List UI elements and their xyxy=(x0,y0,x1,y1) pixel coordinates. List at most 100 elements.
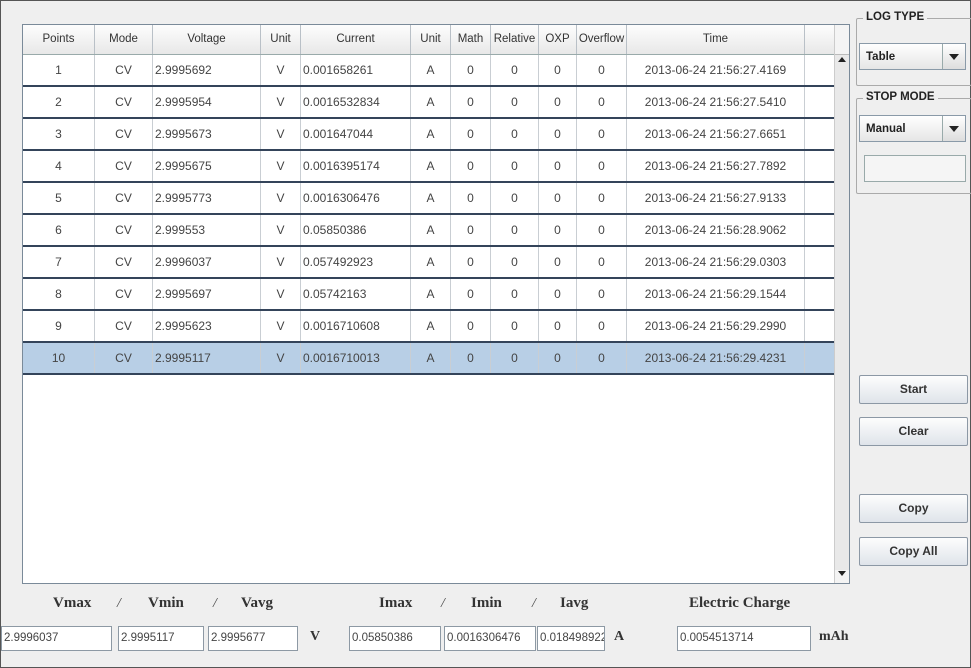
table-row[interactable]: 1 CV 2.9995692 V 0.001658261 A 0 0 0 0 2013-06-24 … xyxy=(23,55,834,87)
cell-points[interactable]: 7 xyxy=(23,247,95,277)
cell-voltage[interactable]: 2.9995692 xyxy=(153,55,261,85)
cell-mode[interactable]: CV xyxy=(95,343,153,373)
cell-time[interactable]: 2013-06-24 21:56:29.1544 xyxy=(627,279,805,309)
cell-relative[interactable]: 0 xyxy=(491,279,539,309)
table-row[interactable]: 6 CV 2.999553 V 0.05850386 A 0 0 0 0 2013-06-24 21… xyxy=(23,215,834,247)
stop-mode-value-field[interactable] xyxy=(864,155,966,182)
table-row[interactable]: 10 CV 2.9995117 V 0.0016710013 A 0 0 0 0 2013-06-2… xyxy=(23,343,834,375)
log-type-dropdown-button[interactable] xyxy=(942,44,965,69)
cell-time[interactable]: 2013-06-24 21:56:27.6651 xyxy=(627,119,805,149)
vertical-scrollbar[interactable] xyxy=(834,25,849,583)
cell-points[interactable]: 8 xyxy=(23,279,95,309)
cell-oxp[interactable]: 0 xyxy=(539,215,577,245)
cell-voltage[interactable]: 2.9995673 xyxy=(153,119,261,149)
scrollbar-thumb[interactable] xyxy=(835,54,849,570)
cell-current[interactable]: 0.0016395174 xyxy=(301,151,411,181)
table-row[interactable]: 8 CV 2.9995697 V 0.05742163 A 0 0 0 0 2013-06-24 2… xyxy=(23,279,834,311)
cell-mode[interactable]: CV xyxy=(95,55,153,85)
cell-current[interactable]: 0.05850386 xyxy=(301,215,411,245)
cell-overflow[interactable]: 0 xyxy=(577,119,627,149)
cell-overflow[interactable]: 0 xyxy=(577,247,627,277)
cell-time[interactable]: 2013-06-24 21:56:29.2990 xyxy=(627,311,805,341)
cell-overflow[interactable]: 0 xyxy=(577,151,627,181)
cell-oxp[interactable]: 0 xyxy=(539,87,577,117)
scroll-up-icon[interactable] xyxy=(838,57,846,62)
cell-voltage[interactable]: 2.9995954 xyxy=(153,87,261,117)
cell-oxp[interactable]: 0 xyxy=(539,279,577,309)
cell-vunit[interactable]: V xyxy=(261,279,301,309)
iavg-field[interactable]: 0.018498922 xyxy=(537,626,605,651)
cell-relative[interactable]: 0 xyxy=(491,311,539,341)
table-row[interactable]: 9 CV 2.9995623 V 0.0016710608 A 0 0 0 0 2013-06-24… xyxy=(23,311,834,343)
cell-points[interactable]: 4 xyxy=(23,151,95,181)
cell-oxp[interactable]: 0 xyxy=(539,119,577,149)
cell-math[interactable]: 0 xyxy=(451,279,491,309)
table-row[interactable]: 2 CV 2.9995954 V 0.0016532834 A 0 0 0 0 2013-06-24… xyxy=(23,87,834,119)
cell-math[interactable]: 0 xyxy=(451,55,491,85)
imin-field[interactable]: 0.0016306476 xyxy=(444,626,536,651)
cell-mode[interactable]: CV xyxy=(95,311,153,341)
cell-cunit[interactable]: A xyxy=(411,151,451,181)
cell-voltage[interactable]: 2.9995773 xyxy=(153,183,261,213)
cell-math[interactable]: 0 xyxy=(451,311,491,341)
cell-relative[interactable]: 0 xyxy=(491,151,539,181)
cell-cunit[interactable]: A xyxy=(411,247,451,277)
cell-math[interactable]: 0 xyxy=(451,343,491,373)
cell-current[interactable]: 0.001647044 xyxy=(301,119,411,149)
cell-vunit[interactable]: V xyxy=(261,119,301,149)
cell-voltage[interactable]: 2.9995697 xyxy=(153,279,261,309)
cell-vunit[interactable]: V xyxy=(261,151,301,181)
cell-time[interactable]: 2013-06-24 21:56:27.4169 xyxy=(627,55,805,85)
cell-mode[interactable]: CV xyxy=(95,119,153,149)
imax-field[interactable]: 0.05850386 xyxy=(349,626,441,651)
cell-time[interactable]: 2013-06-24 21:56:27.9133 xyxy=(627,183,805,213)
column-header-oxp[interactable]: OXP xyxy=(539,25,577,54)
table-row[interactable]: 3 CV 2.9995673 V 0.001647044 A 0 0 0 0 2013-06-24 … xyxy=(23,119,834,151)
cell-vunit[interactable]: V xyxy=(261,247,301,277)
cell-voltage[interactable]: 2.999553 xyxy=(153,215,261,245)
log-type-select[interactable]: Table xyxy=(859,43,966,70)
cell-overflow[interactable]: 0 xyxy=(577,215,627,245)
cell-voltage[interactable]: 2.9995623 xyxy=(153,311,261,341)
column-header-overflow[interactable]: Overflow xyxy=(577,25,627,54)
cell-oxp[interactable]: 0 xyxy=(539,151,577,181)
cell-cunit[interactable]: A xyxy=(411,215,451,245)
cell-cunit[interactable]: A xyxy=(411,343,451,373)
cell-relative[interactable]: 0 xyxy=(491,87,539,117)
vmin-field[interactable]: 2.9995117 xyxy=(118,626,204,651)
electric-charge-field[interactable]: 0.0054513714 xyxy=(677,626,811,651)
cell-math[interactable]: 0 xyxy=(451,151,491,181)
cell-cunit[interactable]: A xyxy=(411,87,451,117)
cell-vunit[interactable]: V xyxy=(261,311,301,341)
cell-overflow[interactable]: 0 xyxy=(577,311,627,341)
start-button[interactable]: Start xyxy=(859,375,968,404)
cell-points[interactable]: 10 xyxy=(23,343,95,373)
cell-relative[interactable]: 0 xyxy=(491,215,539,245)
column-header-math[interactable]: Math xyxy=(451,25,491,54)
stop-mode-select[interactable]: Manual xyxy=(859,115,966,142)
cell-voltage[interactable]: 2.9995117 xyxy=(153,343,261,373)
cell-math[interactable]: 0 xyxy=(451,215,491,245)
cell-voltage[interactable]: 2.9996037 xyxy=(153,247,261,277)
cell-vunit[interactable]: V xyxy=(261,183,301,213)
cell-points[interactable]: 9 xyxy=(23,311,95,341)
vmax-field[interactable]: 2.9996037 xyxy=(1,626,112,651)
cell-math[interactable]: 0 xyxy=(451,247,491,277)
cell-mode[interactable]: CV xyxy=(95,151,153,181)
column-header-cunit[interactable]: Unit xyxy=(411,25,451,54)
column-header-voltage[interactable]: Voltage xyxy=(153,25,261,54)
cell-points[interactable]: 1 xyxy=(23,55,95,85)
cell-relative[interactable]: 0 xyxy=(491,55,539,85)
cell-vunit[interactable]: V xyxy=(261,55,301,85)
cell-vunit[interactable]: V xyxy=(261,215,301,245)
cell-overflow[interactable]: 0 xyxy=(577,343,627,373)
cell-overflow[interactable]: 0 xyxy=(577,87,627,117)
cell-oxp[interactable]: 0 xyxy=(539,311,577,341)
column-header-current[interactable]: Current xyxy=(301,25,411,54)
data-table[interactable]: Points Mode Voltage Unit Current Unit Math Rela… xyxy=(22,24,850,584)
cell-oxp[interactable]: 0 xyxy=(539,247,577,277)
cell-mode[interactable]: CV xyxy=(95,247,153,277)
cell-current[interactable]: 0.0016306476 xyxy=(301,183,411,213)
column-header-points[interactable]: Points xyxy=(23,25,95,54)
clear-button[interactable]: Clear xyxy=(859,417,968,446)
